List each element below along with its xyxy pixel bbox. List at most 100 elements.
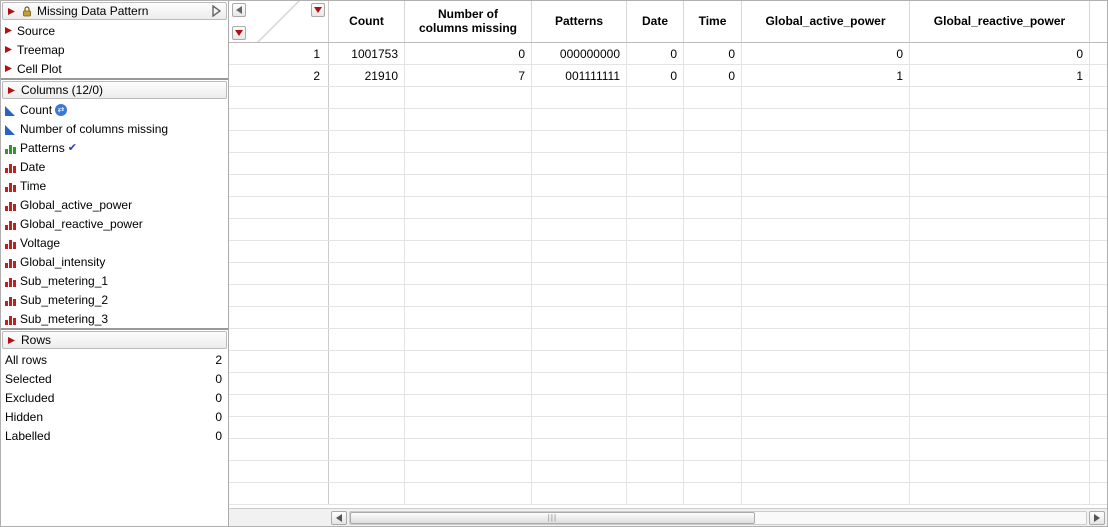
column-header[interactable]: Number ofcolumns missing [405, 1, 532, 42]
rows-stat[interactable]: Selected0 [1, 369, 228, 388]
cell[interactable] [329, 131, 405, 153]
cell[interactable] [910, 351, 1090, 373]
cell[interactable] [742, 109, 910, 131]
cell[interactable] [684, 307, 742, 329]
disclose-icon[interactable] [3, 25, 14, 36]
column-header[interactable]: Global_reactive_power [910, 1, 1090, 42]
column-header[interactable]: Global_active_power [742, 1, 910, 42]
cell[interactable] [910, 285, 1090, 307]
cols-menu-button[interactable] [311, 3, 325, 17]
column-item[interactable]: Sub_metering_3 [1, 309, 228, 328]
cell[interactable] [910, 373, 1090, 395]
cell[interactable]: 0 [627, 65, 684, 87]
cell[interactable] [329, 153, 405, 175]
cell[interactable] [684, 351, 742, 373]
cell[interactable] [684, 285, 742, 307]
cell[interactable] [405, 87, 532, 109]
cell[interactable] [684, 175, 742, 197]
cell[interactable] [742, 461, 910, 483]
cell[interactable]: 1 [910, 65, 1090, 87]
cell[interactable] [532, 417, 627, 439]
scroll-left-button[interactable] [331, 511, 347, 525]
cell[interactable] [627, 197, 684, 219]
cell[interactable] [742, 329, 910, 351]
cell[interactable] [329, 175, 405, 197]
column-header[interactable]: Patterns [532, 1, 627, 42]
cell[interactable] [405, 153, 532, 175]
cell[interactable] [742, 263, 910, 285]
cell[interactable] [329, 373, 405, 395]
column-item[interactable]: Global_active_power [1, 195, 228, 214]
cell[interactable]: 1 [742, 65, 910, 87]
rows-menu-button[interactable] [232, 26, 246, 40]
cell[interactable] [405, 109, 532, 131]
cell[interactable] [910, 175, 1090, 197]
cell[interactable] [627, 153, 684, 175]
cell[interactable] [910, 219, 1090, 241]
cell[interactable] [405, 241, 532, 263]
cell[interactable] [405, 483, 532, 505]
cell[interactable] [684, 197, 742, 219]
cell[interactable] [329, 417, 405, 439]
disclose-icon[interactable] [3, 44, 14, 55]
column-item[interactable]: Sub_metering_2 [1, 290, 228, 309]
cell[interactable] [684, 373, 742, 395]
cell[interactable]: 0 [910, 43, 1090, 65]
cell[interactable]: 7 [405, 65, 532, 87]
cell[interactable] [405, 351, 532, 373]
cell[interactable] [910, 439, 1090, 461]
cell[interactable] [532, 263, 627, 285]
cell[interactable] [627, 439, 684, 461]
cell[interactable] [684, 131, 742, 153]
cell[interactable] [742, 285, 910, 307]
cell[interactable] [684, 87, 742, 109]
column-item[interactable]: Voltage [1, 233, 228, 252]
cell[interactable] [329, 87, 405, 109]
cell[interactable] [627, 395, 684, 417]
cell[interactable] [329, 219, 405, 241]
cell[interactable] [684, 439, 742, 461]
cell[interactable] [910, 87, 1090, 109]
cell[interactable] [405, 197, 532, 219]
cell[interactable] [627, 175, 684, 197]
row-number[interactable]: 1 [229, 43, 329, 64]
cell[interactable] [684, 153, 742, 175]
cell[interactable] [910, 241, 1090, 263]
cell[interactable] [329, 483, 405, 505]
cell[interactable] [532, 351, 627, 373]
disclose-icon[interactable] [3, 63, 14, 74]
cell[interactable]: 0 [405, 43, 532, 65]
cell[interactable] [742, 417, 910, 439]
cell[interactable] [742, 241, 910, 263]
column-item[interactable]: Patterns✔ [1, 138, 228, 157]
cell[interactable] [627, 351, 684, 373]
cell[interactable] [532, 329, 627, 351]
cell[interactable] [627, 219, 684, 241]
cell[interactable] [329, 285, 405, 307]
cell[interactable] [910, 483, 1090, 505]
cell[interactable] [742, 131, 910, 153]
cell[interactable] [684, 483, 742, 505]
cell[interactable] [532, 131, 627, 153]
cell[interactable] [405, 461, 532, 483]
scroll-thumb[interactable]: ||| [350, 512, 755, 524]
cell[interactable] [405, 307, 532, 329]
rows-stat[interactable]: Labelled0 [1, 426, 228, 445]
cell[interactable] [684, 241, 742, 263]
outline-item[interactable]: Source [1, 21, 228, 40]
cell[interactable] [329, 307, 405, 329]
cell[interactable] [627, 483, 684, 505]
rows-stat[interactable]: Excluded0 [1, 388, 228, 407]
cell[interactable] [910, 197, 1090, 219]
cell[interactable] [742, 373, 910, 395]
cell[interactable] [910, 263, 1090, 285]
cell[interactable] [329, 109, 405, 131]
cell[interactable] [627, 307, 684, 329]
outline-item[interactable]: Cell Plot [1, 59, 228, 78]
cell[interactable] [910, 461, 1090, 483]
cell[interactable] [329, 329, 405, 351]
cell[interactable] [405, 439, 532, 461]
cell[interactable] [329, 197, 405, 219]
cell[interactable] [329, 263, 405, 285]
cell[interactable] [742, 153, 910, 175]
